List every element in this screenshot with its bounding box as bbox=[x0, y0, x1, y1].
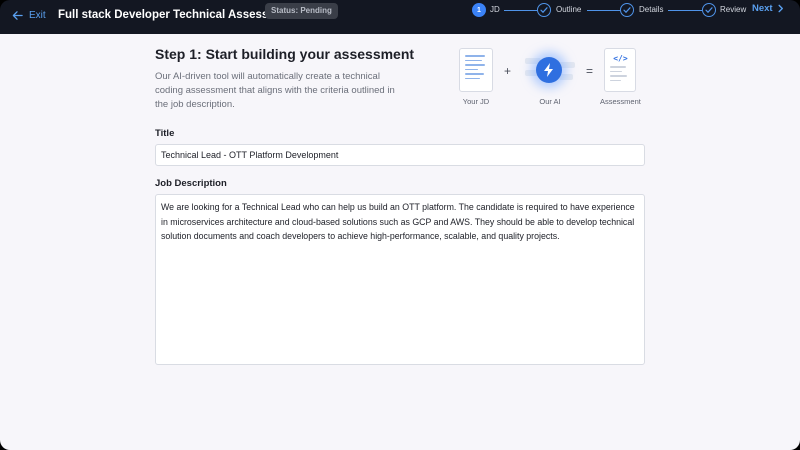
step-details-label[interactable]: Details bbox=[639, 5, 663, 14]
job-description-textarea[interactable]: We are looking for a Technical Lead who … bbox=[155, 194, 645, 365]
our-ai-graphic: Our AI bbox=[523, 48, 577, 106]
assessment-caption: Assessment bbox=[600, 97, 641, 106]
document-icon bbox=[459, 48, 493, 92]
top-bar: Exit Full stack Developer Technical Asse… bbox=[0, 0, 800, 34]
next-label: Next bbox=[752, 3, 773, 14]
step-connector bbox=[504, 10, 537, 11]
step-review-label[interactable]: Review bbox=[720, 5, 746, 14]
your-jd-caption: Your JD bbox=[462, 97, 490, 106]
exit-label: Exit bbox=[29, 10, 46, 21]
progress-stepper: 1 JD Outline Details Review bbox=[470, 3, 760, 17]
assessment-title: Full stack Developer Technical Assessmen… bbox=[58, 9, 296, 21]
step-review-indicator[interactable] bbox=[702, 3, 716, 17]
exit-button[interactable]: Exit bbox=[12, 10, 46, 21]
step-jd-indicator[interactable]: 1 bbox=[472, 3, 486, 17]
step-outline-label[interactable]: Outline bbox=[556, 5, 581, 14]
app-window: Exit Full stack Developer Technical Asse… bbox=[0, 0, 800, 450]
code-tag: </> bbox=[613, 54, 628, 63]
main-content: Step 1: Start building your assessment O… bbox=[0, 34, 800, 450]
step-connector bbox=[587, 10, 620, 11]
job-description-label: Job Description bbox=[155, 178, 227, 189]
check-icon bbox=[705, 7, 713, 14]
title-input[interactable] bbox=[155, 144, 645, 166]
page-heading: Step 1: Start building your assessment bbox=[155, 46, 415, 62]
check-icon bbox=[623, 7, 631, 14]
our-ai-caption: Our AI bbox=[539, 97, 561, 106]
equals-sign: = bbox=[586, 64, 594, 78]
next-button[interactable]: Next bbox=[752, 3, 785, 14]
step-number: 1 bbox=[477, 6, 481, 14]
plus-sign: + bbox=[504, 64, 512, 78]
your-jd-graphic: Your JD bbox=[459, 48, 493, 106]
arrow-right-icon bbox=[778, 4, 783, 13]
code-document-icon: </> bbox=[604, 48, 637, 92]
arrow-left-icon bbox=[12, 11, 23, 20]
intro-text: Our AI-driven tool will automatically cr… bbox=[155, 71, 395, 110]
check-icon bbox=[540, 7, 548, 14]
step-connector bbox=[668, 10, 702, 11]
title-label: Title bbox=[155, 128, 175, 139]
lightning-icon bbox=[536, 57, 562, 83]
workflow-illustration: Your JD + Our AI = </> Assessment bbox=[455, 48, 655, 124]
ai-spark-icon bbox=[523, 48, 577, 92]
status-badge: Status: Pending bbox=[265, 3, 338, 19]
assessment-graphic: </> Assessment bbox=[600, 48, 641, 106]
step-jd-label[interactable]: JD bbox=[490, 5, 500, 14]
step-outline-indicator[interactable] bbox=[537, 3, 551, 17]
step-details-indicator[interactable] bbox=[620, 3, 634, 17]
